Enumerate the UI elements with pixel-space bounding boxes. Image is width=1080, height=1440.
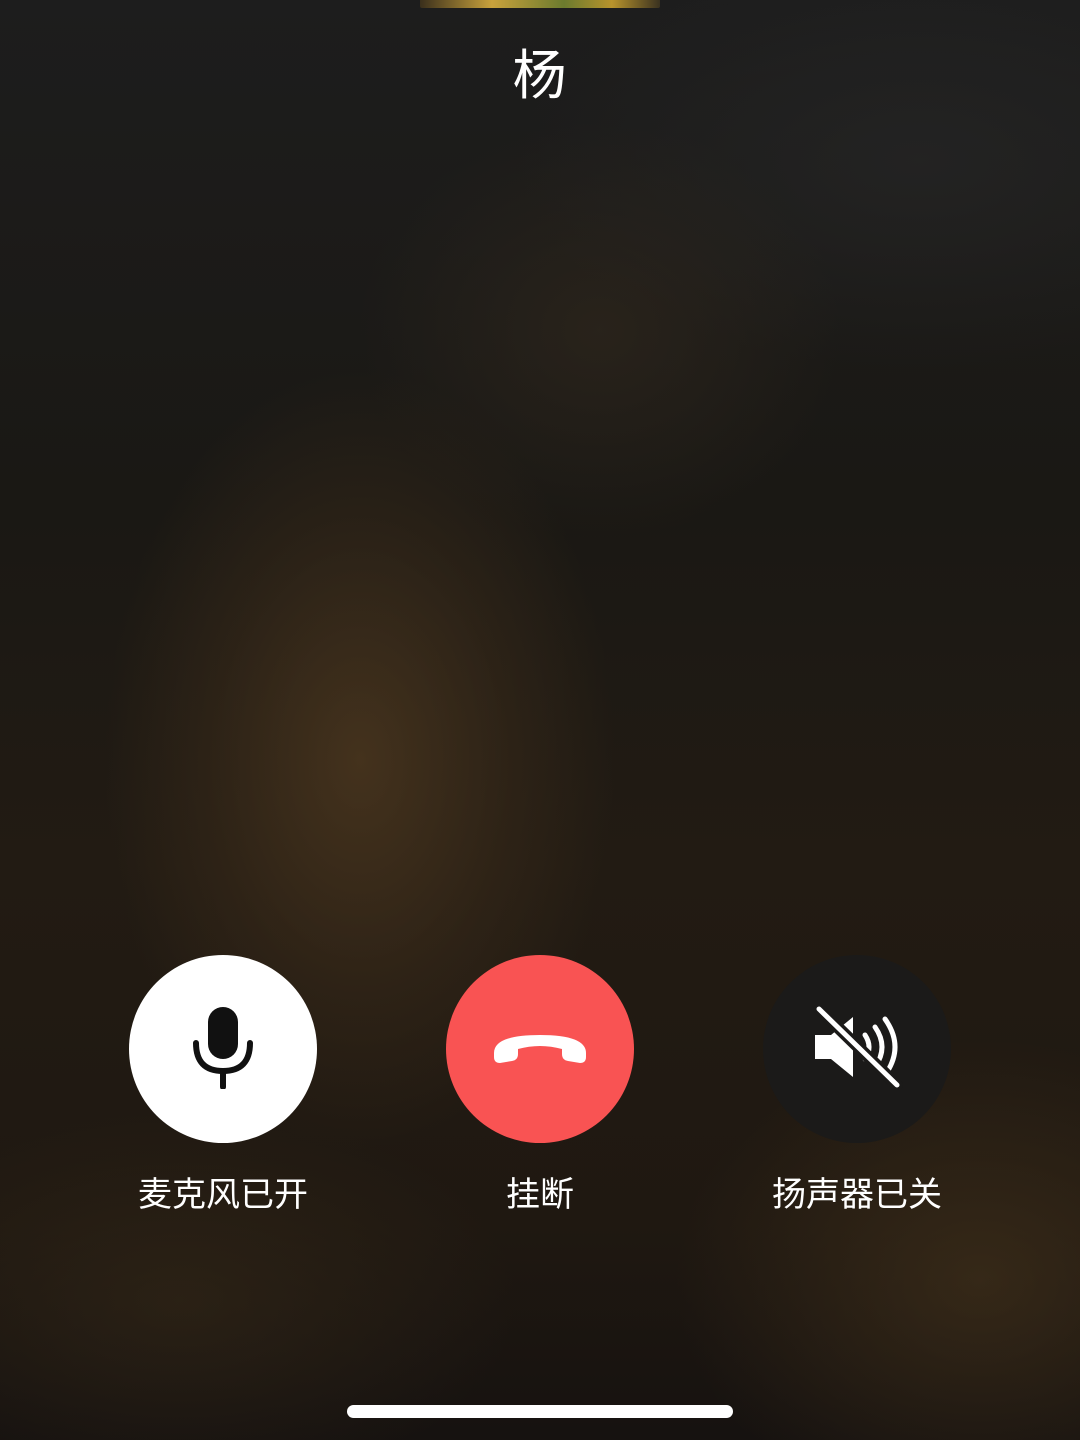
home-indicator[interactable] [347,1405,733,1418]
microphone-button[interactable] [129,955,317,1143]
speaker-muted-icon [809,1003,905,1093]
hangup-button[interactable] [446,955,634,1143]
speaker-control: 扬声器已关 [737,955,977,1217]
voice-call-screen: 杨 麦克风已开 挂断 扬声器已关 [0,0,1080,1440]
hangup-label: 挂断 [506,1175,574,1215]
microphone-label: 麦克风已开 [138,1175,308,1215]
speaker-label: 扬声器已关 [772,1175,942,1215]
microphone-icon [191,1005,255,1093]
remote-video-thumbnail[interactable] [420,0,660,8]
phone-hangup-icon [490,1025,590,1073]
speaker-button[interactable] [763,955,951,1143]
microphone-control: 麦克风已开 [103,955,343,1217]
hangup-control: 挂断 [420,955,660,1217]
caller-name: 杨 [512,44,568,107]
